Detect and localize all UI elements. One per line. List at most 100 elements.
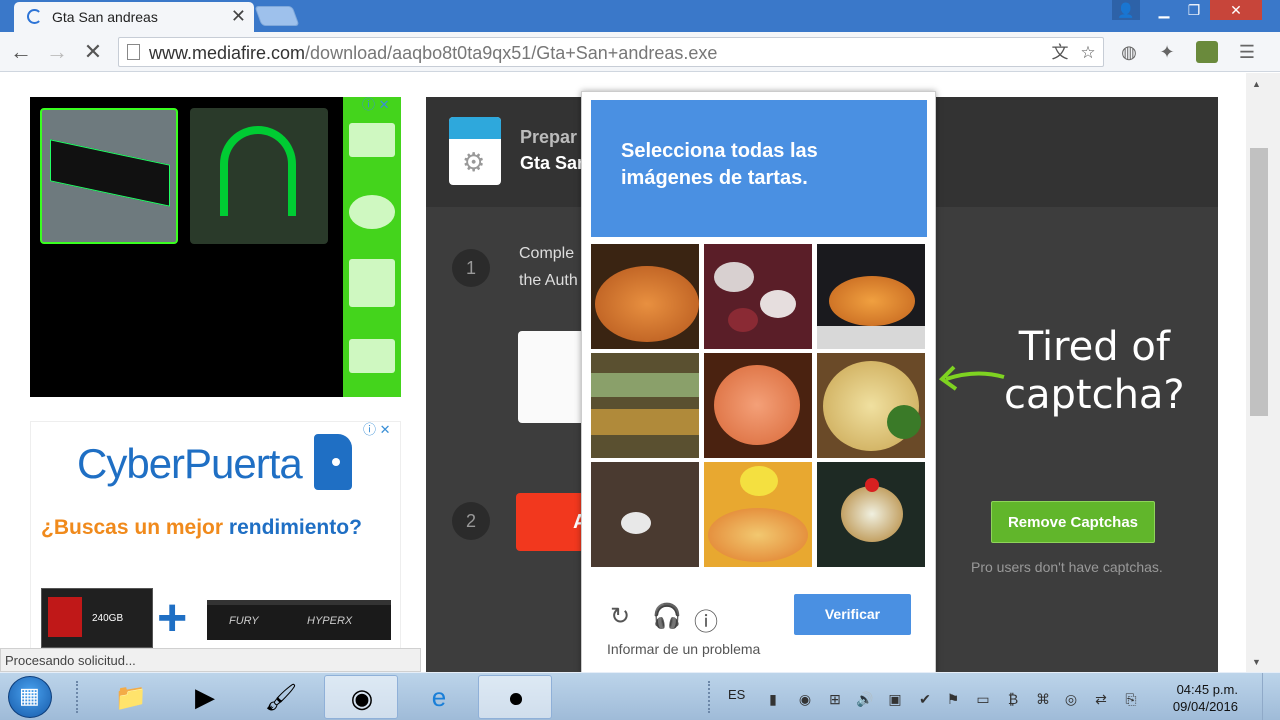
captcha-tile[interactable] xyxy=(591,462,699,567)
signal-icon[interactable]: ▮ xyxy=(764,690,782,708)
cyberpuerta-ad[interactable]: ⓘ ✕ CyberPuerta ¿Buscas un mejor rendimi… xyxy=(30,421,401,672)
step-1-badge: 1 xyxy=(452,249,490,287)
scroll-down-arrow-icon[interactable]: ▼ xyxy=(1252,657,1261,667)
taskbar-chrome[interactable]: ◉ xyxy=(324,675,398,719)
slogan-part2: rendimiento? xyxy=(228,516,362,539)
adchoices-icon[interactable]: ⓘ ✕ xyxy=(363,422,399,438)
loading-spinner-icon xyxy=(27,9,42,24)
scrollbar-thumb[interactable] xyxy=(1250,148,1268,416)
extension-puzzle-icon[interactable]: ✦ xyxy=(1156,41,1178,63)
monitor-icon[interactable]: ▭ xyxy=(974,690,992,708)
reload-icon[interactable]: ↻ xyxy=(610,602,630,631)
monitor-category-icon[interactable] xyxy=(349,259,395,307)
taskbar-explorer[interactable]: 📁 xyxy=(94,675,168,719)
stop-loading-icon[interactable]: ✕ xyxy=(80,40,106,64)
translate-icon[interactable]: 文 xyxy=(1049,42,1071,64)
prompt-target-word: tartas. xyxy=(747,167,808,189)
tired-line1: Tired of xyxy=(1018,324,1170,370)
start-button[interactable] xyxy=(8,676,52,718)
audio-headphones-icon[interactable]: 🎧 xyxy=(652,602,682,631)
prompt-line1: Selecciona todas las xyxy=(621,140,818,162)
taskbar-internet-explorer[interactable]: e xyxy=(402,675,476,719)
acrobat-icon[interactable]: ⌘ xyxy=(1034,690,1052,708)
taskbar-media-player[interactable]: ▶ xyxy=(168,675,242,719)
ad-keyboard-product[interactable] xyxy=(40,108,178,244)
language-indicator[interactable]: ES xyxy=(728,687,745,702)
captcha-tile[interactable] xyxy=(704,244,812,349)
close-tab-icon[interactable]: ✕ xyxy=(231,6,246,26)
headset-category-icon[interactable] xyxy=(349,195,395,229)
captcha-tile[interactable] xyxy=(704,353,812,458)
tired-line2: captcha? xyxy=(1004,372,1185,418)
windows-taskbar: 📁 ▶ 🖌 ◉ e ⏺ ES ▮ ◉ ⊞ 🔊 ▣ ✔ ⚑ ▭ ₿ ⌘ ◎ ⇄ ⎘… xyxy=(0,672,1280,720)
verify-button[interactable]: Verificar xyxy=(794,594,911,635)
step-1-line2: the Auth xyxy=(519,272,578,289)
ad-headset-product[interactable] xyxy=(190,108,328,244)
remove-captchas-button[interactable]: Remove Captchas xyxy=(991,501,1155,543)
tired-of-captcha-text: Tired of captcha? xyxy=(1004,323,1185,419)
ssd-label: 240GB xyxy=(92,613,124,624)
taskbar-paint[interactable]: 🖌 xyxy=(244,675,318,719)
keyboard-category-icon[interactable] xyxy=(349,123,395,157)
shield-icon[interactable]: ✔ xyxy=(916,690,934,708)
user-profile-icon[interactable]: 👤 xyxy=(1112,0,1140,20)
taskbar-recorder[interactable]: ⏺ xyxy=(478,675,552,719)
cyberpuerta-logo-icon xyxy=(314,434,352,490)
taskbar-grip xyxy=(76,681,80,713)
page-scrollbar[interactable]: ▲ ▼ xyxy=(1246,73,1280,672)
razer-ad[interactable]: ⓘ ✕ xyxy=(30,97,401,397)
action-center-flag-icon[interactable]: ⚑ xyxy=(944,690,962,708)
taskbar-grip xyxy=(708,681,712,713)
ad-slogan: ¿Buscas un mejor rendimiento? xyxy=(41,516,362,540)
adchoices-icon[interactable]: ⓘ ✕ xyxy=(362,97,398,113)
chrome-tray-icon[interactable]: ◉ xyxy=(796,690,814,708)
alert-icon[interactable]: ◎ xyxy=(1062,690,1080,708)
scroll-up-arrow-icon[interactable]: ▲ xyxy=(1252,79,1261,89)
back-arrow-icon[interactable]: ← xyxy=(8,40,34,64)
usb-device-icon[interactable]: ⎘ xyxy=(1122,690,1140,708)
cyberpuerta-logo-text: CyberPuerta xyxy=(77,440,303,487)
volume-icon[interactable]: 🔊 xyxy=(856,690,874,708)
minimize-icon[interactable]: ▁ xyxy=(1150,0,1178,20)
pro-users-note: Pro users don't have captchas. xyxy=(971,559,1163,575)
report-problem-link[interactable]: Informar de un problema xyxy=(607,641,760,657)
recorder-icon: ⏺ xyxy=(509,683,523,713)
internet-explorer-icon: e xyxy=(431,682,447,712)
captcha-tile[interactable] xyxy=(591,353,699,458)
new-tab-button[interactable] xyxy=(254,6,300,26)
plus-icon: + xyxy=(157,589,188,647)
close-window-icon[interactable]: ✕ xyxy=(1210,0,1262,20)
menu-hamburger-icon[interactable]: ☰ xyxy=(1236,41,1258,63)
mouse-pad-category-icon[interactable] xyxy=(349,339,395,373)
curved-arrow-icon xyxy=(938,365,1005,391)
address-url[interactable]: www.mediafire.com/download/aaqbo8t0ta9qx… xyxy=(149,43,717,64)
clock-date: 09/04/2016 xyxy=(1172,699,1238,714)
paint-icon: 🖌 xyxy=(264,682,298,712)
show-desktop-button[interactable] xyxy=(1262,673,1280,720)
captcha-anchor-box[interactable] xyxy=(518,331,582,423)
captcha-tile[interactable] xyxy=(817,244,925,349)
browser-tab[interactable]: Gta San andreas ✕ xyxy=(14,2,254,32)
restore-icon[interactable]: ❐ xyxy=(1180,0,1208,20)
captcha-tile[interactable] xyxy=(817,353,925,458)
extension-globe-icon[interactable]: ◍ xyxy=(1118,41,1140,63)
extension-avatar-icon[interactable] xyxy=(1196,41,1218,63)
app-tray-icon[interactable]: ▣ xyxy=(886,690,904,708)
captcha-tile[interactable] xyxy=(704,462,812,567)
bookmark-star-icon[interactable]: ☆ xyxy=(1077,42,1099,64)
download-button[interactable]: A xyxy=(516,493,582,551)
bitcoin-icon[interactable]: ₿ xyxy=(1004,690,1022,708)
step-2-badge: 2 xyxy=(452,502,490,540)
slogan-part1: ¿Buscas un mejor xyxy=(41,516,224,539)
url-path: /download/aaqbo8t0ta9qx51/Gta+San+andrea… xyxy=(305,43,718,63)
network-icon[interactable]: ⇄ xyxy=(1092,690,1110,708)
address-bar[interactable]: www.mediafire.com/download/aaqbo8t0ta9qx… xyxy=(118,37,1104,67)
ram-label-hyperx: HYPERX xyxy=(307,615,353,627)
windows-flag-icon[interactable]: ⊞ xyxy=(826,690,844,708)
forward-arrow-icon[interactable]: → xyxy=(44,40,70,64)
clock-time: 04:45 p.m. xyxy=(1176,682,1238,697)
captcha-tile[interactable] xyxy=(817,462,925,567)
system-clock[interactable]: 04:45 p.m. 09/04/2016 xyxy=(1158,681,1238,715)
captcha-tile[interactable] xyxy=(591,244,699,349)
info-icon[interactable]: ⓘ xyxy=(694,602,718,637)
